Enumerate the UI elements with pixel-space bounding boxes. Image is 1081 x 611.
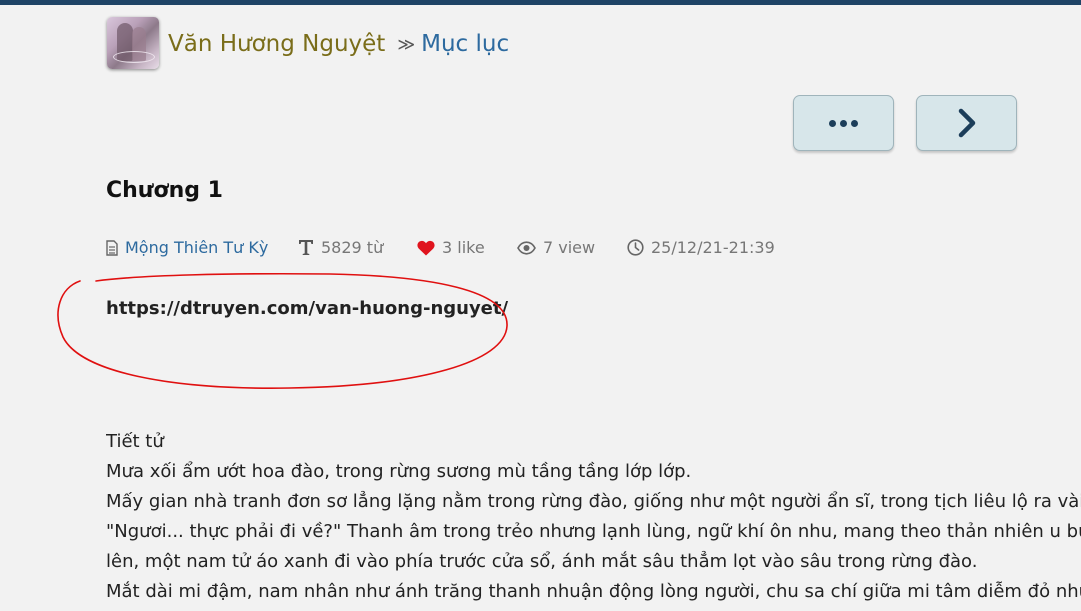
document-icon — [106, 239, 118, 256]
paragraph: lên, một nam tử áo xanh đi vào phía trướ… — [106, 551, 978, 572]
heart-icon — [417, 240, 435, 255]
chapter-title: Chương 1 — [106, 178, 223, 203]
word-count: 5829 từ — [321, 238, 384, 257]
views-meta: 7 view — [517, 238, 595, 257]
eye-icon — [517, 240, 536, 255]
top-bar — [0, 0, 1081, 5]
more-options-button[interactable] — [793, 95, 894, 151]
likes-meta[interactable]: 3 like — [417, 238, 485, 257]
next-chapter-button[interactable] — [916, 95, 1017, 151]
text-size-icon — [299, 240, 313, 255]
source-url-text: https://dtruyen.com/van-huong-nguyet/ — [106, 298, 509, 319]
timestamp-meta: 25/12/21-21:39 — [627, 238, 775, 257]
clock-icon — [627, 239, 644, 256]
ellipsis-icon — [829, 119, 858, 127]
author-link[interactable]: Mộng Thiên Tư Kỳ — [125, 238, 268, 257]
paragraph: Mấy gian nhà tranh đơn sơ lẳng lặng nằm … — [106, 491, 1081, 512]
book-title-link[interactable]: Văn Hương Nguyệt — [168, 31, 385, 57]
breadcrumb-separator: ≫ — [397, 35, 416, 55]
paragraph: Tiết tử — [106, 431, 164, 452]
paragraph: Mưa xối ẩm ướt hoa đào, trong rừng sương… — [106, 461, 692, 482]
breadcrumb: Văn Hương Nguyệt ≫ Mục lục — [168, 28, 509, 60]
paragraph: Mắt dài mi đậm, nam nhân như ánh trăng t… — [106, 581, 1081, 602]
book-cover-image[interactable] — [107, 17, 159, 69]
view-count: 7 view — [543, 238, 596, 257]
chevron-right-icon — [958, 108, 975, 138]
word-count-meta: 5829 từ — [298, 238, 383, 257]
timestamp: 25/12/21-21:39 — [651, 238, 775, 257]
like-count: 3 like — [442, 238, 485, 257]
table-of-contents-link[interactable]: Mục lục — [421, 31, 509, 57]
paragraph: "Ngươi... thực phải đi về?" Thanh âm tro… — [106, 521, 1081, 542]
author-meta[interactable]: Mộng Thiên Tư Kỳ — [106, 238, 268, 257]
chapter-content: Tiết tử Mưa xối ẩm ướt hoa đào, trong rừ… — [106, 427, 1081, 607]
